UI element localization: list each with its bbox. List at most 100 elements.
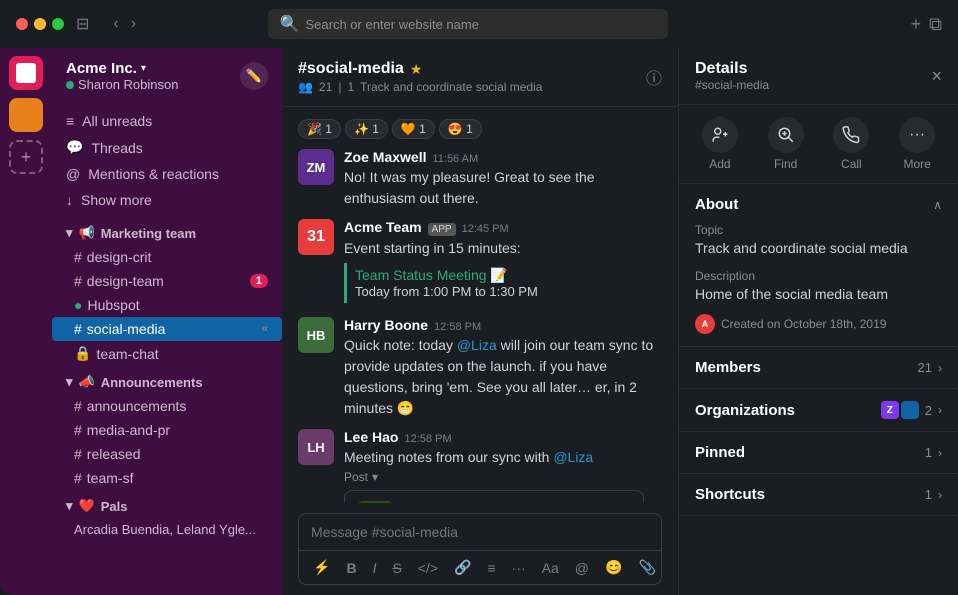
more-label: More xyxy=(903,157,930,171)
channel-item-design-team[interactable]: # design-team 1 xyxy=(52,269,282,293)
details-panel: Details #social-media × Add Find xyxy=(678,48,958,595)
toolbar-more-button[interactable]: ··· xyxy=(508,558,530,578)
msg-author-lee[interactable]: Lee Hao xyxy=(344,429,398,445)
toolbar-mention-button[interactable]: @ xyxy=(571,558,593,578)
sidebar-item-all-unreads[interactable]: ≡ All unreads xyxy=(52,108,282,134)
url-bar[interactable]: 🔍 Search or enter website name xyxy=(268,9,668,39)
nav-back-button[interactable]: ‹ xyxy=(109,13,122,35)
reaction-party[interactable]: 🎉 1 xyxy=(298,119,341,139)
channel-info-button[interactable]: ⓘ xyxy=(646,65,662,89)
about-section-header[interactable]: About ∧ xyxy=(695,196,942,213)
channel-item-social-media[interactable]: # social-media « xyxy=(52,317,282,341)
reaction-heart[interactable]: 🧡 1 xyxy=(392,119,435,139)
window-actions: + ⧉ xyxy=(911,14,942,35)
pinned-row[interactable]: Pinned 1 › xyxy=(679,432,958,474)
nav-forward-button[interactable]: › xyxy=(127,13,140,35)
mention-liza-2[interactable]: @Liza xyxy=(553,449,593,465)
workspace-icon-2[interactable] xyxy=(9,98,43,132)
reaction-sparkle[interactable]: ✨ 1 xyxy=(345,119,388,139)
channel-item-hubspot[interactable]: ● Hubspot xyxy=(52,293,282,317)
sidebar-toggle-button[interactable]: ⊟ xyxy=(76,14,89,34)
organizations-right: Z 2 › xyxy=(881,401,942,419)
reaction-bar: 🎉 1 ✨ 1 🧡 1 😍 1 xyxy=(298,115,662,143)
organizations-row[interactable]: Organizations Z 2 › xyxy=(679,389,958,432)
lock-icon: 🔒 xyxy=(74,345,91,362)
new-tab-button[interactable]: + xyxy=(911,14,922,35)
window-button[interactable]: ⧉ xyxy=(929,14,942,35)
detail-action-add[interactable]: Add xyxy=(702,117,738,171)
msg-author-acme[interactable]: Acme Team xyxy=(344,219,422,235)
url-bar-placeholder: Search or enter website name xyxy=(306,17,479,32)
meeting-card[interactable]: Team Status Meeting 📝 Today from 1:00 PM… xyxy=(344,263,662,303)
sidebar-item-show-more[interactable]: ↓ Show more xyxy=(52,187,282,213)
msg-content-harry: Harry Boone 12:58 PM Quick note: today @… xyxy=(344,317,662,419)
meeting-title[interactable]: Team Status Meeting 📝 xyxy=(355,267,654,284)
chat-input[interactable] xyxy=(299,514,661,550)
workspace-caret-icon: ▾ xyxy=(141,63,146,74)
toolbar-list-button[interactable]: ≡ xyxy=(483,558,499,578)
edit-button[interactable]: ✏️ xyxy=(240,62,268,90)
people-icon: 👥 xyxy=(298,80,313,94)
add-workspace-button[interactable]: + xyxy=(9,140,43,174)
chevron-down-icon-3: ▾ xyxy=(66,498,73,514)
channel-group-header-pals[interactable]: ▾ ❤️ Pals xyxy=(52,494,282,518)
hash-icon-2: # xyxy=(74,273,82,289)
toolbar-link-button[interactable]: 🔗 xyxy=(450,557,475,578)
channel-item-design-crit[interactable]: # design-crit xyxy=(52,245,282,269)
toolbar-strike-button[interactable]: S xyxy=(388,558,405,578)
user-status: Sharon Robinson xyxy=(66,77,178,92)
avatar-zoe: ZM xyxy=(298,149,334,185)
details-channel: #social-media xyxy=(695,78,769,92)
channel-item-released[interactable]: # released xyxy=(52,442,282,466)
star-icon[interactable]: ★ xyxy=(410,61,423,78)
details-actions: Add Find Call ··· More xyxy=(679,105,958,184)
toolbar-italic-button[interactable]: I xyxy=(369,558,381,578)
mention-liza-1[interactable]: @Liza xyxy=(457,337,497,353)
call-label: Call xyxy=(841,157,862,171)
traffic-light-maximize[interactable] xyxy=(52,18,64,30)
details-title: Details xyxy=(695,60,769,78)
channel-item-media-and-pr[interactable]: # media-and-pr xyxy=(52,418,282,442)
msg-author-zoe[interactable]: Zoe Maxwell xyxy=(344,149,426,165)
hash-icon-3: # xyxy=(74,398,82,414)
sidebar-item-threads[interactable]: 💬 Threads xyxy=(52,134,282,161)
channel-item-team-chat[interactable]: 🔒 team-chat xyxy=(52,341,282,366)
workspace-name[interactable]: Acme Inc. xyxy=(66,60,137,77)
members-row[interactable]: Members 21 › xyxy=(679,347,958,389)
shortcuts-right: 1 › xyxy=(925,487,942,502)
channel-group-header-marketing[interactable]: ▾ 📢 Marketing team xyxy=(52,221,282,245)
workspace-icon-acme[interactable] xyxy=(9,56,43,90)
msg-author-harry[interactable]: Harry Boone xyxy=(344,317,428,333)
reaction-love-eyes[interactable]: 😍 1 xyxy=(439,119,482,139)
toolbar-bold-button[interactable]: B xyxy=(342,558,360,578)
chat-input-area: ⚡ B I S </> 🔗 ≡ ··· Aa @ 😊 📎 xyxy=(282,503,678,595)
toolbar-aa-button[interactable]: Aa xyxy=(538,558,563,578)
show-more-icon: ↓ xyxy=(66,192,73,208)
toolbar-code-button[interactable]: </> xyxy=(414,558,442,578)
post-attachment[interactable]: 📄 1/9 Meeting Notes Last edited just now xyxy=(344,490,644,503)
msg-text-zoe: No! It was my pleasure! Great to see the… xyxy=(344,167,662,209)
message-lee: LH Lee Hao 12:58 PM Meeting notes from o… xyxy=(298,425,662,503)
toolbar-lightning-button[interactable]: ⚡ xyxy=(309,557,334,578)
detail-action-call[interactable]: Call xyxy=(833,117,869,171)
description-text: Track and coordinate social media xyxy=(360,80,542,94)
threads-icon: 💬 xyxy=(66,139,83,156)
channel-item-announcements[interactable]: # announcements xyxy=(52,394,282,418)
sidebar-item-threads-label: Threads xyxy=(91,140,142,156)
members-chevron-icon: › xyxy=(938,361,942,375)
channel-item-team-sf[interactable]: # team-sf xyxy=(52,466,282,490)
channel-item-arcadia[interactable]: Arcadia Buendia, Leland Ygle... xyxy=(52,518,282,541)
sidebar-item-mentions[interactable]: @ Mentions & reactions xyxy=(52,161,282,187)
channel-name-design-team: # design-team xyxy=(74,273,164,289)
details-close-button[interactable]: × xyxy=(931,66,942,87)
detail-action-find[interactable]: Find xyxy=(768,117,804,171)
created-row: A Created on October 18th, 2019 xyxy=(695,314,942,334)
toolbar-emoji-button[interactable]: 😊 xyxy=(601,557,626,578)
shortcuts-row[interactable]: Shortcuts 1 › xyxy=(679,474,958,516)
traffic-light-close[interactable] xyxy=(16,18,28,30)
toolbar-attachment-button[interactable]: 📎 xyxy=(634,557,659,578)
channel-group-header-announcements[interactable]: ▾ 📣 Announcements xyxy=(52,370,282,394)
detail-action-more[interactable]: ··· More xyxy=(899,117,935,171)
traffic-light-minimize[interactable] xyxy=(34,18,46,30)
post-label-row[interactable]: Post ▾ xyxy=(344,470,662,484)
